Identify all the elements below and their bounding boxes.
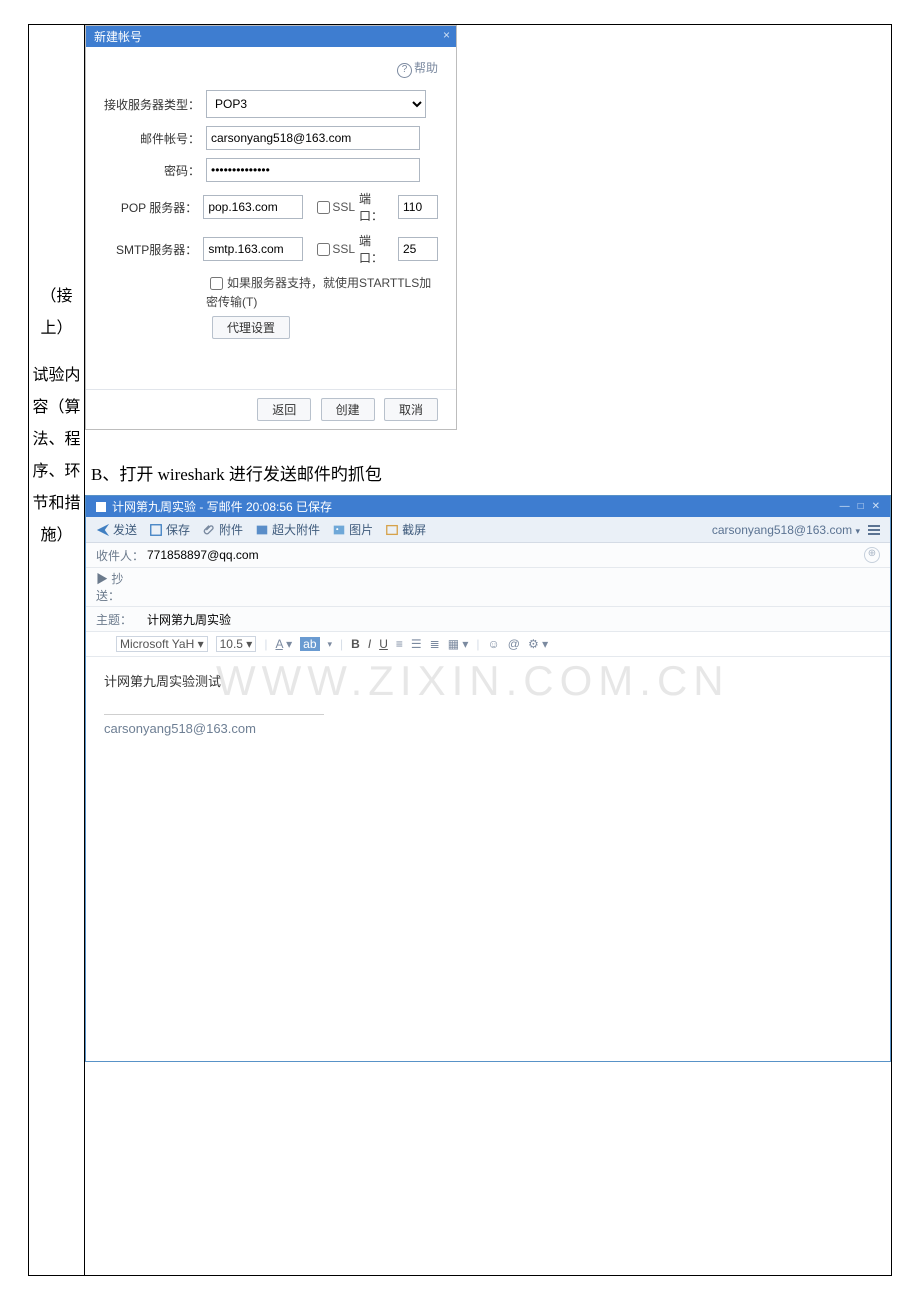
to-label: 收件人： (96, 547, 144, 564)
emoji-button[interactable]: ☺ (488, 637, 500, 651)
back-button[interactable]: 返回 (257, 398, 311, 421)
subject-input[interactable] (144, 609, 880, 629)
close-icon[interactable]: × (443, 28, 450, 42)
minimize-icon[interactable]: — (840, 501, 850, 512)
bold-button[interactable]: B (351, 637, 360, 651)
screenshot-button[interactable]: 截屏 (385, 521, 426, 538)
sidebar-label-cell: （接上） 试验内容（算法、程序、环节和措施） (29, 25, 85, 1276)
section-b-heading: B、打开 wireshark 进行发送邮件旳抓包 (91, 460, 891, 485)
server-type-select[interactable]: POP3 (206, 90, 426, 118)
cc-label[interactable]: ▶ 抄送： (96, 570, 144, 604)
signature-text: carsonyang518@163.com (104, 721, 872, 736)
new-account-dialog: 新建帐号 × ?帮助 接收服务器类型： POP3 邮件帐号： 密码： POP 服… (85, 25, 457, 430)
smtp-server-input[interactable] (203, 237, 303, 261)
dialog-title: 新建帐号 (94, 30, 142, 44)
smtp-port-input[interactable] (398, 237, 438, 261)
account-label: 邮件帐号： (104, 130, 200, 147)
attach-button[interactable]: 附件 (202, 521, 243, 538)
compose-window: 计网第九周实验 - 写邮件 20:08:56 已保存 — □ ✕ 发送 保存 附… (85, 495, 891, 1062)
save-icon (149, 523, 163, 537)
indent-button[interactable]: ▦ ▾ (448, 637, 469, 651)
image-icon (332, 523, 346, 537)
send-icon (96, 523, 110, 537)
pop-port-input[interactable] (398, 195, 438, 219)
email-editor[interactable]: WWW.ZIXIN.COM.CN 计网第九周实验测试 carsonyang518… (86, 657, 890, 1061)
sidebar-label-lower: 试验内容（算法、程序、环节和措施） (29, 360, 84, 552)
pop-label: POP 服务器： (104, 199, 197, 216)
underline-button[interactable]: U (379, 637, 388, 651)
highlight-button[interactable]: ab (300, 637, 319, 651)
sidebar-label-upper: （接上） (29, 281, 84, 345)
account-input[interactable] (206, 126, 420, 150)
send-button[interactable]: 发送 (96, 521, 137, 538)
menu-icon[interactable] (868, 523, 880, 537)
paperclip-icon (202, 523, 216, 537)
compose-titlebar: 计网第九周实验 - 写邮件 20:08:56 已保存 — □ ✕ (86, 496, 890, 517)
list-button[interactable]: ☰ (411, 637, 422, 651)
close-icon[interactable]: ✕ (872, 501, 880, 512)
image-button[interactable]: 图片 (332, 521, 373, 538)
font-select[interactable]: Microsoft YaH ▾ (116, 636, 208, 652)
expand-recipients-icon[interactable]: ⊕ (864, 547, 880, 563)
help-icon: ? (397, 63, 412, 78)
signature-separator (104, 714, 324, 715)
create-button[interactable]: 创建 (321, 398, 375, 421)
cloud-icon (255, 523, 269, 537)
format-toolbar: Microsoft YaH ▾ 10.5 ▾ | A ▾ ab▾ | B I U… (86, 632, 890, 657)
server-type-label: 接收服务器类型： (104, 96, 200, 113)
maximize-icon[interactable]: □ (858, 501, 864, 512)
password-input[interactable] (206, 158, 420, 182)
numbered-list-button[interactable]: ≣ (430, 637, 440, 651)
chevron-down-icon: ▾ (855, 526, 860, 536)
starttls-checkbox[interactable] (210, 277, 223, 290)
more-format-button[interactable]: ⚙ ▾ (528, 637, 548, 651)
email-body: 计网第九周实验测试 (104, 671, 872, 690)
smtp-label: SMTP服务器： (104, 241, 197, 258)
help-link[interactable]: ?帮助 (104, 59, 438, 78)
subject-label: 主题： (96, 611, 144, 628)
font-color-button[interactable]: A ▾ (275, 637, 292, 651)
proxy-settings-button[interactable]: 代理设置 (212, 316, 290, 339)
save-button[interactable]: 保存 (149, 521, 190, 538)
italic-button[interactable]: I (368, 637, 371, 651)
pop-ssl-checkbox[interactable] (317, 201, 330, 214)
app-icon (96, 502, 106, 512)
pop-server-input[interactable] (203, 195, 303, 219)
compose-title: 计网第九周实验 - 写邮件 20:08:56 已保存 (112, 498, 332, 515)
account-selector[interactable]: carsonyang518@163.com ▾ (712, 523, 860, 537)
screenshot-icon (385, 523, 399, 537)
size-select[interactable]: 10.5 ▾ (216, 636, 257, 652)
big-attach-button[interactable]: 超大附件 (255, 521, 320, 538)
compose-toolbar: 发送 保存 附件 超大附件 图片 截屏 carsonyang518@163.co… (86, 517, 890, 543)
cc-input[interactable] (144, 577, 880, 597)
align-button[interactable]: ≡ (396, 637, 403, 651)
dialog-titlebar: 新建帐号 × (86, 26, 456, 47)
at-button[interactable]: @ (508, 637, 520, 651)
password-label: 密码： (104, 162, 200, 179)
smtp-ssl-checkbox[interactable] (317, 243, 330, 256)
to-input[interactable] (144, 545, 864, 565)
cancel-button[interactable]: 取消 (384, 398, 438, 421)
